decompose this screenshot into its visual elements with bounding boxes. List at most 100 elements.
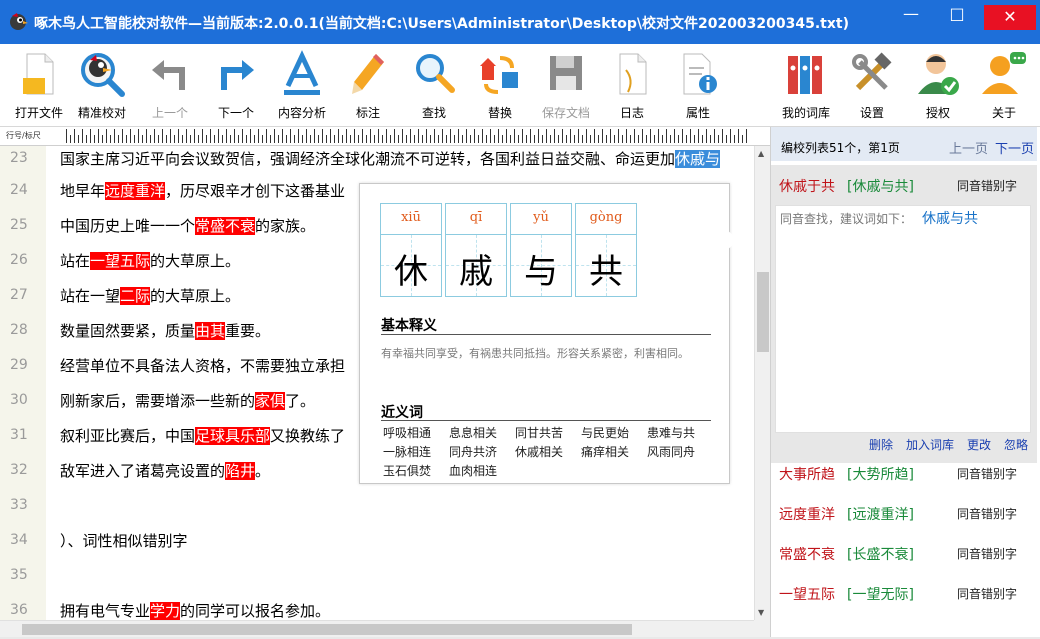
editor-line[interactable]: 33	[0, 493, 754, 523]
pinyin: yǔ	[533, 210, 549, 225]
synonym[interactable]: 痛痒相关	[581, 443, 629, 460]
title-bar: 啄木鸟人工智能校对软件—当前版本:2.0.0.1(当前文档:C:\Users\A…	[0, 0, 1040, 44]
binders-icon	[788, 56, 822, 94]
suggestion-prompt: 同音查找，建议词如下：	[780, 212, 913, 226]
save-document-button[interactable]: 保存文档	[533, 48, 599, 122]
vertical-scroll-thumb[interactable]	[757, 272, 769, 352]
editor-line[interactable]: 23 国家主席习近平向会议致贺信，强调经济全球化潮流不可逆转，各国利益日益交融、…	[0, 146, 754, 176]
synonym[interactable]: 同舟共济	[449, 443, 497, 460]
vertical-scrollbar[interactable]: ▲ ▼	[754, 146, 771, 620]
line-number: 28	[10, 322, 28, 338]
list-item-active[interactable]: 休戚于共 [休戚与共] 同音错别字 同音查找，建议词如下： 休戚与共 删除 加入…	[771, 165, 1037, 463]
error-highlight[interactable]: 陷井	[225, 462, 256, 480]
line-text: ）、词性相似错别字	[60, 532, 188, 550]
error-highlight[interactable]: 由其	[195, 322, 226, 340]
error-highlight[interactable]: 远度重洋	[105, 182, 166, 200]
selected-text[interactable]: 休戚与	[675, 150, 721, 168]
next-button[interactable]: 下一个	[203, 48, 269, 122]
hanzi: 休	[394, 252, 428, 292]
ruler: 行号/标尺	[0, 127, 770, 146]
suggested-word: [大势所趋]	[847, 467, 914, 483]
my-lexicon-button[interactable]: 我的词库	[773, 48, 839, 122]
line-number: 33	[10, 497, 28, 513]
mark-button[interactable]: 标注	[335, 48, 401, 122]
synonym[interactable]: 息息相关	[449, 424, 497, 441]
scroll-up-icon[interactable]: ▲	[758, 149, 764, 158]
error-highlight[interactable]: 二际	[120, 287, 151, 305]
horizontal-scroll-thumb[interactable]	[22, 624, 632, 635]
synonym[interactable]: 呼吸相通	[383, 424, 431, 441]
log-button[interactable]: 日志	[599, 48, 665, 122]
close-button[interactable]: ✕	[984, 5, 1036, 30]
line-number: 29	[10, 357, 28, 373]
delete-link[interactable]: 删除	[869, 436, 893, 453]
popup-pointer	[727, 230, 739, 250]
previous-button[interactable]: 上一个	[137, 48, 203, 122]
editor-line[interactable]: 36 拥有电气专业学力的同学可以报名参加。	[0, 598, 754, 620]
line-number: 27	[10, 287, 28, 303]
suggested-word: [一望无际]	[847, 587, 914, 603]
replace-button[interactable]: 替换	[467, 48, 533, 122]
synonym[interactable]: 一脉相连	[383, 443, 431, 460]
tools-icon	[852, 52, 892, 91]
add-to-lexicon-link[interactable]: 加入词库	[906, 436, 954, 453]
wrong-word: 远度重洋	[779, 507, 835, 523]
next-page-link[interactable]: 下一页	[995, 138, 1034, 157]
pinyin: qī	[469, 210, 483, 225]
list-count: 编校列表51个，第1页	[781, 141, 900, 155]
floppy-disk-icon	[550, 56, 582, 90]
suggested-word: [长盛不衰]	[847, 547, 914, 563]
license-button[interactable]: 授权	[905, 48, 971, 122]
idiom-dictionary-popup: xiū 休 qī 戚 yǔ 与 gòng 共 基本释义 有幸福共同享受，有祸患共…	[359, 183, 739, 484]
synonym[interactable]: 同甘共苦	[515, 424, 563, 441]
horizontal-scrollbar[interactable]	[0, 620, 754, 638]
properties-button[interactable]: 属性	[665, 48, 731, 122]
synonym[interactable]: 玉石俱焚	[383, 462, 431, 479]
about-button[interactable]: 关于	[971, 48, 1037, 122]
error-highlight[interactable]: 常盛不衰	[195, 217, 256, 235]
list-item[interactable]: 远度重洋 [远渡重洋] 同音错别字	[771, 493, 1037, 533]
synonym[interactable]: 风雨同舟	[647, 443, 695, 460]
line-text: 叙利亚比赛后，中国足球具乐部又换教练了	[60, 427, 346, 445]
basic-meaning-heading: 基本释义	[381, 318, 437, 334]
line-text: 站在一望二际的大草原上。	[60, 287, 241, 305]
line-text: 经营单位不具备法人资格，不需要独立承担	[60, 357, 346, 375]
ignore-link[interactable]: 忽略	[1004, 436, 1028, 453]
error-highlight[interactable]: 一望五际	[90, 252, 151, 270]
settings-button[interactable]: 设置	[839, 48, 905, 122]
line-number: 35	[10, 567, 28, 583]
content-analysis-button[interactable]: 内容分析	[269, 48, 335, 122]
list-item[interactable]: 一望五际 [一望无际] 同音错别字	[771, 573, 1037, 613]
maximize-button[interactable]: □	[934, 0, 980, 30]
suggestion-word[interactable]: 休戚与共	[922, 208, 978, 228]
error-highlight[interactable]: 学力	[150, 602, 181, 620]
line-number: 25	[10, 217, 28, 233]
change-link[interactable]: 更改	[967, 436, 991, 453]
editor-line[interactable]: 35	[0, 563, 754, 593]
list-item[interactable]: 大事所趋 [大势所趋] 同音错别字	[771, 453, 1037, 493]
synonym[interactable]: 患难与共	[647, 424, 695, 441]
suggestion-detail: 同音查找，建议词如下： 休戚与共	[775, 205, 1031, 433]
pinyin: xiū	[401, 210, 421, 225]
find-button[interactable]: 查找	[401, 48, 467, 122]
error-highlight[interactable]: 家俱	[255, 392, 286, 410]
synonym[interactable]: 与民更始	[581, 424, 629, 441]
list-item[interactable]: 常盛不衰 [长盛不衰] 同音错别字	[771, 533, 1037, 573]
minimize-button[interactable]: —	[888, 0, 934, 30]
scroll-down-icon[interactable]: ▼	[758, 608, 764, 617]
list-header: 编校列表51个，第1页 上一页 下一页	[771, 127, 1037, 161]
synonym[interactable]: 休戚相关	[515, 443, 563, 460]
open-file-button[interactable]: 打开文件	[6, 48, 72, 122]
error-highlight[interactable]: 足球具乐部	[195, 427, 271, 445]
line-number: 36	[10, 602, 28, 618]
heading-rule	[381, 420, 711, 421]
synonym[interactable]: 血肉相连	[449, 462, 497, 479]
error-type: 同音错别字	[957, 179, 1018, 193]
error-type: 同音错别字	[957, 587, 1018, 601]
definition-text: 有幸福共同享受，有祸患共同抵挡。形容关系紧密，利害相同。	[381, 347, 689, 360]
editor-line[interactable]: 34 ）、词性相似错别字	[0, 528, 754, 558]
precise-proofread-button[interactable]: 精准校对	[69, 48, 135, 122]
char-cell: xiū 休	[380, 203, 442, 297]
error-type: 同音错别字	[957, 467, 1018, 481]
prev-page-link[interactable]: 上一页	[949, 138, 988, 157]
